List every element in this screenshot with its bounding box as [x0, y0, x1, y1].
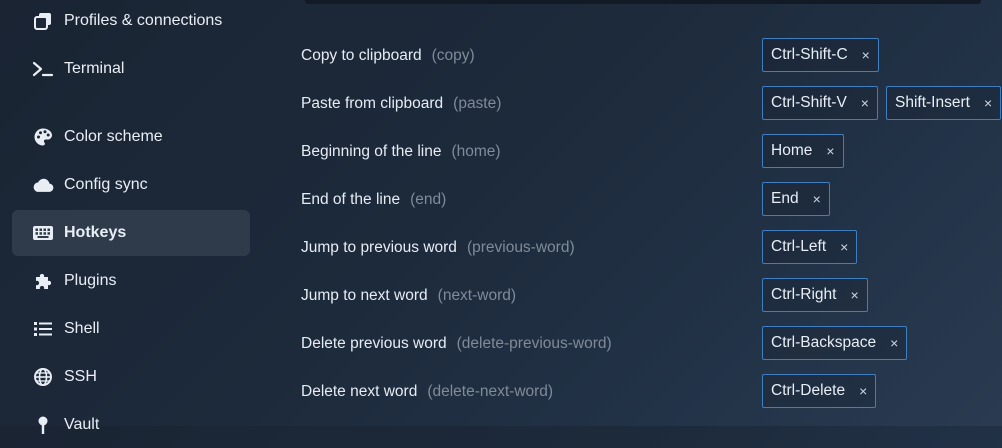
hotkey-bindings: Ctrl-Delete × — [762, 374, 877, 410]
hotkey-name: Delete previous word — [301, 335, 447, 352]
hotkey-bindings: Home × — [762, 134, 844, 170]
remove-hotkey-button[interactable]: × — [984, 95, 992, 111]
hotkey-chip[interactable]: Ctrl-Left × — [762, 230, 858, 264]
hotkey-row-previous-word: Jump to previous word (previous-word) Ctr… — [300, 230, 1002, 266]
hotkey-chip[interactable]: Ctrl-Delete × — [762, 374, 877, 408]
remove-hotkey-button[interactable]: × — [862, 47, 870, 63]
hotkey-name: Delete next word — [301, 383, 418, 400]
hotkey-id: (delete-next-word) — [427, 383, 554, 400]
hotkey-chip[interactable]: Ctrl-Shift-C × — [762, 38, 879, 72]
remove-hotkey-button[interactable]: × — [890, 335, 898, 351]
hotkey-chip-label: Ctrl-Delete — [771, 382, 846, 399]
hotkey-row-next-word: Jump to next word (next-word) Ctrl-Right … — [300, 278, 1002, 314]
hotkey-name: Paste from clipboard — [301, 95, 444, 112]
hotkey-chip[interactable]: End × — [762, 182, 830, 216]
hotkey-chip-label: Ctrl-Backspace — [771, 334, 877, 351]
hotkey-name: Jump to previous word — [301, 239, 457, 256]
hotkey-row-delete-next-word: Delete next word (delete-next-word) Ctrl-… — [300, 374, 1002, 410]
remove-hotkey-button[interactable]: × — [861, 95, 869, 111]
hotkey-chip[interactable]: Ctrl-Shift-V × — [762, 86, 878, 120]
hotkey-bindings: End × — [762, 182, 830, 218]
hotkey-id: (home) — [451, 143, 501, 160]
hotkey-name: End of the line — [301, 191, 401, 208]
hotkey-row-home: Beginning of the line (home) Home × — [300, 134, 1002, 170]
hotkey-id: (copy) — [431, 47, 475, 64]
remove-hotkey-button[interactable]: × — [859, 383, 867, 399]
hotkey-id: (paste) — [453, 95, 502, 112]
hotkey-id: (next-word) — [437, 287, 517, 304]
hotkey-chip-label: Ctrl-Right — [771, 286, 837, 303]
hotkey-bindings: Ctrl-Shift-C × — [762, 38, 879, 74]
hotkey-row-delete-previous-word: Delete previous word (delete-previous-wor… — [300, 326, 1002, 362]
remove-hotkey-button[interactable]: × — [813, 191, 821, 207]
hotkey-bindings: Ctrl-Shift-V × Shift-Insert × — [762, 86, 1002, 122]
hotkey-chip[interactable]: Ctrl-Backspace × — [762, 326, 908, 360]
hotkey-chip[interactable]: Home × — [762, 134, 844, 168]
remove-hotkey-button[interactable]: × — [826, 143, 834, 159]
hotkeys-panel: Copy to clipboard (copy) Ctrl-Shift-C × P… — [0, 0, 1002, 426]
hotkey-name: Jump to next word — [301, 287, 428, 304]
hotkey-bindings: Ctrl-Backspace × — [762, 326, 908, 362]
remove-hotkey-button[interactable]: × — [850, 287, 858, 303]
hotkey-bindings: Ctrl-Left × — [762, 230, 858, 266]
hotkey-chip[interactable]: Ctrl-Right × — [762, 278, 868, 312]
hotkey-chip-label: Ctrl-Left — [771, 238, 827, 255]
hotkey-bindings: Ctrl-Right × — [762, 278, 868, 314]
hotkey-chip-label: Home — [771, 142, 813, 159]
hotkey-name: Beginning of the line — [301, 143, 442, 160]
hotkey-id: (delete-previous-word) — [456, 335, 612, 352]
hotkey-chip-label: Shift-Insert — [894, 94, 970, 111]
hotkey-chip-label: Ctrl-Shift-V — [771, 94, 847, 111]
hotkey-chip-label: End — [771, 190, 799, 207]
hotkey-chip-label: Ctrl-Shift-C — [771, 46, 848, 63]
hotkey-id: (previous-word) — [466, 239, 575, 256]
hotkey-chip[interactable]: Shift-Insert × — [885, 86, 1002, 120]
hotkey-row-copy: Copy to clipboard (copy) Ctrl-Shift-C × — [300, 38, 1002, 74]
hotkey-row-end: End of the line (end) End × — [300, 182, 1002, 218]
hotkey-row-paste: Paste from clipboard (paste) Ctrl-Shift-V… — [300, 86, 1002, 122]
hotkey-id: (end) — [410, 191, 447, 208]
hotkey-name: Copy to clipboard — [301, 47, 422, 64]
remove-hotkey-button[interactable]: × — [840, 239, 848, 255]
